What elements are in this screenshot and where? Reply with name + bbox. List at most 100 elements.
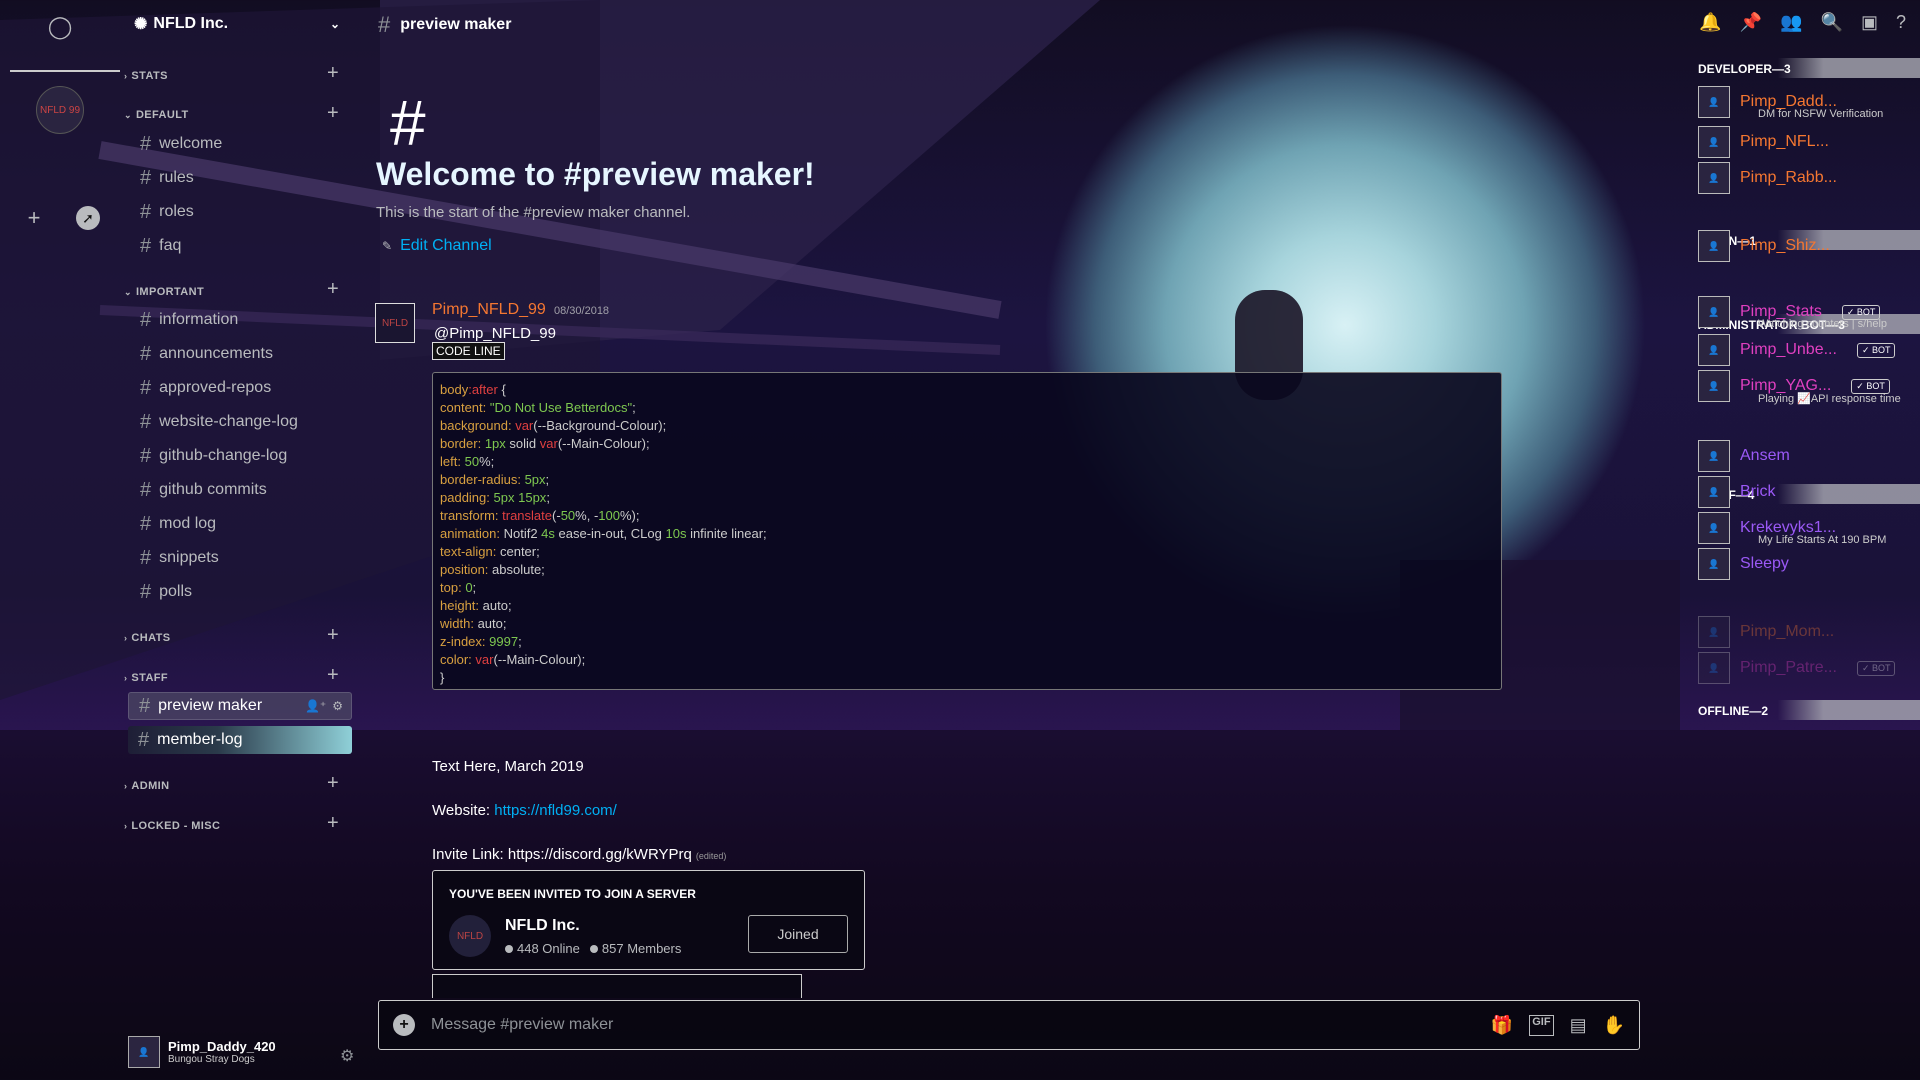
channel-preview-maker[interactable]: # preview maker 👤⁺ ⚙ bbox=[128, 692, 352, 720]
chat-bubble-icon[interactable]: ◯ bbox=[42, 12, 78, 42]
channel-polls[interactable]: # polls bbox=[130, 578, 350, 606]
mention[interactable]: @Pimp_NFLD_99 bbox=[434, 325, 556, 342]
avatar[interactable]: 👤 bbox=[128, 1036, 160, 1068]
attach-plus-icon[interactable]: + bbox=[393, 1014, 415, 1036]
user-panel[interactable]: 👤 Pimp_Daddy_420 Bungou Stray Dogs bbox=[128, 1036, 276, 1068]
invite-stats: 448 Online 857 Members bbox=[505, 941, 681, 956]
invite-link[interactable]: https://discord.gg/kWRYPrq bbox=[508, 846, 692, 863]
category-chats[interactable]: › CHATS bbox=[124, 632, 170, 644]
code-line: z-index: 9997; bbox=[440, 634, 522, 649]
member-item[interactable]: 👤 Pimp_Dadd... DM for NSFW Verification bbox=[1698, 86, 1883, 120]
add-channel-icon[interactable]: + bbox=[327, 664, 339, 687]
category-important[interactable]: ⌄ IMPORTANT bbox=[124, 286, 204, 298]
emoji-icon[interactable]: ✋ bbox=[1603, 1015, 1625, 1036]
category-stats[interactable]: › STATS bbox=[124, 70, 168, 82]
search-icon[interactable]: 🔍 bbox=[1821, 12, 1843, 33]
avatar[interactable]: 👤 bbox=[1698, 162, 1730, 194]
channel-announcements[interactable]: # announcements bbox=[130, 340, 350, 368]
avatar[interactable]: 👤 bbox=[1698, 652, 1730, 684]
member-item[interactable]: 👤 Pimp_Mom... bbox=[1698, 616, 1834, 648]
member-item[interactable]: 👤 Pimp_Patre... ✓ BOT bbox=[1698, 652, 1896, 684]
add-server-icon[interactable]: + bbox=[22, 205, 46, 230]
server-icon-nfld[interactable]: NFLD 99 bbox=[36, 86, 84, 134]
avatar[interactable]: 👤 bbox=[1698, 512, 1730, 544]
channel-rules[interactable]: # rules bbox=[130, 164, 350, 192]
server-header[interactable]: ✺ NFLD Inc. ⌄ bbox=[134, 14, 340, 34]
avatar[interactable]: 👤 bbox=[1698, 370, 1730, 402]
member-status: Watching counters | s/help bbox=[1758, 318, 1888, 330]
avatar[interactable]: 👤 bbox=[1698, 548, 1730, 580]
joined-button[interactable]: Joined bbox=[748, 915, 848, 953]
member-name: Pimp_Shiz... bbox=[1740, 237, 1830, 254]
channel-approved-repos[interactable]: # approved-repos bbox=[130, 374, 350, 402]
message-line: Text Here, March 2019 bbox=[432, 758, 584, 775]
avatar[interactable]: 👤 bbox=[1698, 476, 1730, 508]
message-author[interactable]: Pimp_NFLD_99 bbox=[432, 301, 546, 319]
welcome-subtitle: This is the start of the #preview maker … bbox=[376, 204, 691, 221]
member-item[interactable]: 👤 Pimp_Unbe... ✓ BOT bbox=[1698, 334, 1896, 366]
code-line: width: auto; bbox=[440, 616, 507, 631]
member-item[interactable]: 👤 Krekevyks1... My Life Starts At 190 BPM bbox=[1698, 512, 1886, 546]
members-icon[interactable]: 👥 bbox=[1780, 12, 1802, 33]
edit-channel-link[interactable]: ✎ Edit Channel bbox=[382, 237, 492, 255]
avatar[interactable]: 👤 bbox=[1698, 126, 1730, 158]
channel-snippets[interactable]: # snippets bbox=[130, 544, 350, 572]
header-toolbar: 🔔 📌 👥 🔍 ▣ ? bbox=[1699, 12, 1906, 33]
help-icon[interactable]: ? bbox=[1896, 12, 1906, 33]
member-item[interactable]: 👤 Pimp_YAG... ✓ BOT Playing 📈API response t… bbox=[1698, 370, 1901, 405]
gear-icon[interactable]: ⚙ bbox=[332, 699, 343, 713]
add-channel-icon[interactable]: + bbox=[327, 624, 339, 647]
member-item[interactable]: 👤 Pimp_NFL... bbox=[1698, 126, 1829, 158]
website-link[interactable]: https://nfld99.com/ bbox=[494, 802, 617, 819]
gift-icon[interactable]: 🎁 bbox=[1491, 1015, 1513, 1036]
member-item[interactable]: 👤 Pimp_Shiz... bbox=[1698, 230, 1830, 262]
add-channel-icon[interactable]: + bbox=[327, 812, 339, 835]
pin-icon[interactable]: 📌 bbox=[1740, 12, 1762, 33]
member-item[interactable]: 👤 Pimp_Rabb... bbox=[1698, 162, 1837, 194]
category-default[interactable]: ⌄ DEFAULT bbox=[124, 109, 189, 121]
add-channel-icon[interactable]: + bbox=[327, 772, 339, 795]
member-item[interactable]: 👤 Brick bbox=[1698, 476, 1776, 508]
chevron-down-icon[interactable]: ⌄ bbox=[330, 17, 340, 31]
channel-faq[interactable]: # faq bbox=[130, 232, 350, 260]
avatar[interactable]: 👤 bbox=[1698, 334, 1730, 366]
channel-roles[interactable]: # roles bbox=[130, 198, 350, 226]
inbox-icon[interactable]: ▣ bbox=[1861, 12, 1878, 33]
category-locked-misc[interactable]: › LOCKED - MISC bbox=[124, 820, 220, 832]
role-header: OFFLINE—2 bbox=[1698, 700, 1920, 720]
avatar[interactable]: 👤 bbox=[1698, 296, 1730, 328]
category-admin[interactable]: › ADMIN bbox=[124, 780, 169, 792]
channel-welcome[interactable]: # welcome bbox=[130, 130, 350, 158]
add-channel-icon[interactable]: + bbox=[327, 62, 339, 85]
avatar[interactable]: NFLD bbox=[375, 303, 415, 343]
server-name: NFLD Inc. bbox=[153, 15, 229, 32]
channel-github-change-log[interactable]: # github-change-log bbox=[130, 442, 350, 470]
avatar[interactable]: 👤 bbox=[1698, 440, 1730, 472]
category-staff[interactable]: › STAFF bbox=[124, 672, 168, 684]
settings-gear-icon[interactable]: ⚙ bbox=[340, 1046, 354, 1066]
message-input[interactable]: + Message #preview maker 🎁 GIF ▤ ✋ bbox=[378, 1000, 1640, 1050]
add-channel-icon[interactable]: + bbox=[327, 278, 339, 301]
channel-mod-log[interactable]: # mod log bbox=[130, 510, 350, 538]
member-name: Pimp_Unbe... bbox=[1740, 341, 1837, 358]
gif-icon[interactable]: GIF bbox=[1529, 1014, 1554, 1036]
member-item[interactable]: 👤 Ansem bbox=[1698, 440, 1790, 472]
invite-server-name: NFLD Inc. bbox=[505, 917, 580, 934]
channel-member-log[interactable]: # member-log bbox=[128, 726, 352, 754]
hash-icon: # bbox=[139, 694, 151, 717]
avatar[interactable]: 👤 bbox=[1698, 230, 1730, 262]
channel-github-commits[interactable]: # github commits bbox=[130, 476, 350, 504]
explore-icon[interactable]: ➚ bbox=[76, 206, 100, 230]
avatar[interactable]: 👤 bbox=[1698, 86, 1730, 118]
invite-icon[interactable]: 👤⁺ bbox=[305, 699, 326, 713]
member-item[interactable]: 👤 Sleepy bbox=[1698, 548, 1789, 580]
hash-icon: # bbox=[140, 200, 152, 223]
member-item[interactable]: 👤 Pimp_Stats ✓ BOT Watching counters | s/he… bbox=[1698, 296, 1887, 330]
bell-icon[interactable]: 🔔 bbox=[1699, 12, 1721, 33]
channel-website-change-log[interactable]: # website-change-log bbox=[130, 408, 350, 436]
add-channel-icon[interactable]: + bbox=[327, 102, 339, 125]
avatar[interactable]: 👤 bbox=[1698, 616, 1730, 648]
code-line: text-align: center; bbox=[440, 544, 540, 559]
channel-information[interactable]: # information bbox=[130, 306, 350, 334]
sticker-icon[interactable]: ▤ bbox=[1570, 1015, 1587, 1036]
